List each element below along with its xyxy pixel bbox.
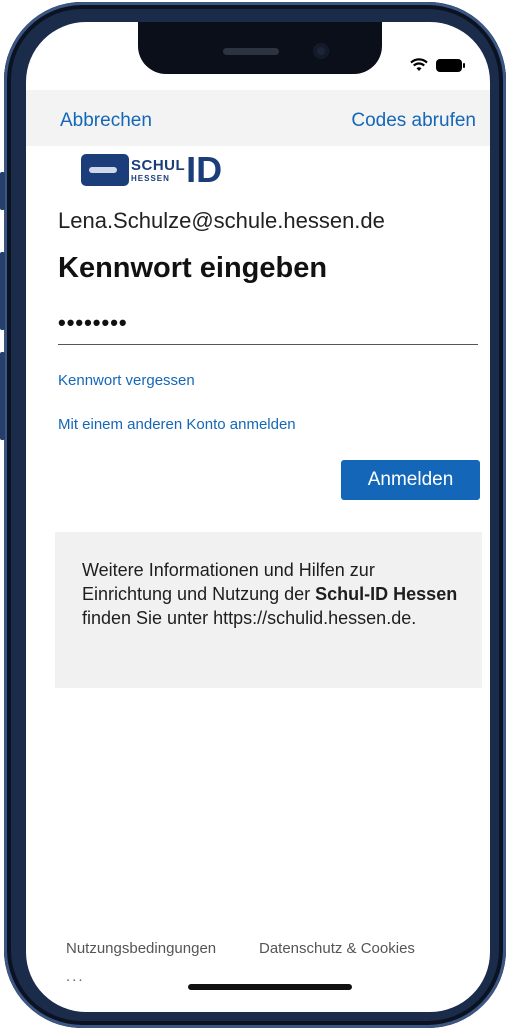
logo-id-text: ID bbox=[186, 149, 223, 190]
info-box: Weitere Informationen und Hilfen zur Ein… bbox=[55, 532, 482, 688]
privacy-link[interactable]: Datenschutz & Cookies bbox=[259, 940, 415, 957]
schul-id-logo: SCHUL HESSEN ID bbox=[81, 152, 222, 188]
mute-switch bbox=[0, 172, 5, 210]
forgot-password-link[interactable]: Kennwort vergessen bbox=[58, 372, 195, 389]
account-email: Lena.Schulze@schule.hessen.de bbox=[58, 208, 385, 233]
key-icon bbox=[81, 154, 129, 186]
page-title: Kennwort eingeben bbox=[58, 252, 328, 284]
notch bbox=[138, 22, 382, 74]
terms-link[interactable]: Nutzungsbedingungen bbox=[66, 940, 216, 957]
cancel-button[interactable]: Abbrechen bbox=[60, 110, 152, 132]
screen: Abbrechen Codes abrufen SCHUL HESSEN ID … bbox=[26, 22, 490, 1012]
logo-hessen-text: HESSEN bbox=[131, 173, 170, 183]
logo-schul-text: SCHUL bbox=[131, 156, 186, 174]
more-options-button[interactable]: ... bbox=[66, 968, 85, 985]
home-indicator[interactable] bbox=[188, 984, 352, 990]
battery-icon bbox=[436, 58, 465, 72]
password-field[interactable]: •••••••• bbox=[58, 310, 478, 345]
front-camera bbox=[313, 43, 329, 59]
other-account-link[interactable]: Mit einem anderen Konto anmelden bbox=[58, 416, 296, 433]
speaker-grille bbox=[223, 48, 279, 55]
phone-frame: Abbrechen Codes abrufen SCHUL HESSEN ID … bbox=[0, 2, 506, 1028]
get-codes-button[interactable]: Codes abrufen bbox=[351, 110, 476, 132]
info-text: Weitere Informationen und Hilfen zur Ein… bbox=[82, 560, 458, 628]
status-bar bbox=[410, 58, 465, 72]
volume-down-button bbox=[0, 352, 5, 440]
signin-button[interactable]: Anmelden bbox=[341, 460, 480, 500]
info-bold-text: Schul-ID Hessen bbox=[315, 584, 458, 604]
volume-up-button bbox=[0, 252, 5, 330]
wifi-icon bbox=[410, 58, 428, 71]
